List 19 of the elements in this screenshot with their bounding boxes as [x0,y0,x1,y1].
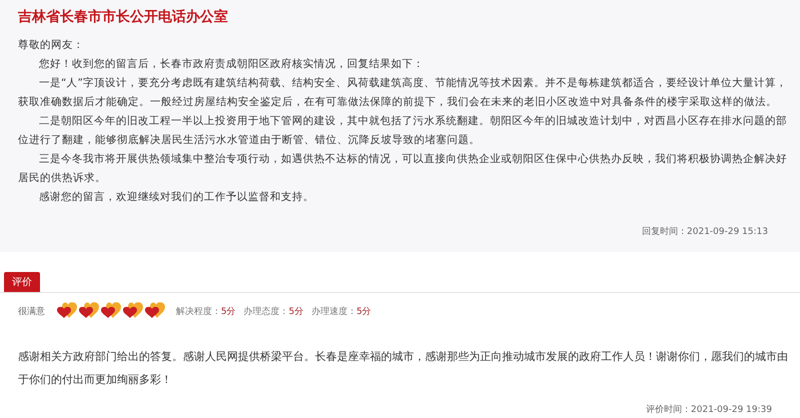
score-text: 办理态度：5分 [244,306,304,318]
heart-icon [144,301,166,321]
office-title: 吉林省长春市市长公开电话办公室 [18,8,229,27]
reply-time: 回复时间：2021-09-29 15:13 [640,226,769,238]
reply-paragraph: 感谢您的留言，欢迎继续对我们的工作予以监督和支持。 [38,190,315,205]
reply-paragraph: 您好！收到您的留言后，长春市政府责成朝阳区政府核实情况，回复结果如下： [38,57,425,72]
heart-icon [56,301,78,321]
reply-paragraph: 一是“人”字顶设计，要充分考虑既有建筑结构荷载、结构安全、风荷载建筑高度、节能情况等技术因素。并不是每栋建筑都适合，要经设计单位大量计算，获取准确数据后才能确定。一般经过房屋结构安全鉴定后，在有可靠做法保障的前提下，我们会在未来的老旧小区改造中对具备条件的楼宇采取这样的做法。 [18,76,788,110]
score-text: 解决程度：5分 [176,306,236,318]
reply-paragraph: 二是朝阳区今年的旧改工程一半以上投资用于地下管网的建设，其中就包括了污水系统翻建。朝阳区今年的旧城改造计划中，对西昌小区存在排水问题的部位进行了翻建，能够彻底解决居民生活污水水管道由于断管、错位、沉降反坡导致的堵塞问题。 [18,114,788,148]
evaluation-time: 评价时间：2021-09-29 19:39 [644,404,773,416]
comment-text: 感谢相关方政府部门给出的答复。感谢人民网提供桥梁平台。长春是座幸福的城市，感谢那些为正向推动城市发展的政府工作人员！谢谢你们，愿我们的城市由于你们的付出而更加绚丽多彩！ [17,349,789,388]
heart-icon [122,301,144,321]
score-text: 办理速度：5分 [311,306,372,318]
heart-icon [78,301,100,321]
greeting-text: 尊敬的网友： [18,38,85,53]
reply-paragraph: 三是今冬我市将开展供热领域集中整治专项行动，如遇供热不达标的情况，可以直接向供热企业或朝阳区住保中心供热办反映，我们将积极协调热企解决好居民的供热诉求。 [18,152,788,186]
satisfaction-label: 很满意 [18,306,46,318]
heart-icon [100,301,122,321]
